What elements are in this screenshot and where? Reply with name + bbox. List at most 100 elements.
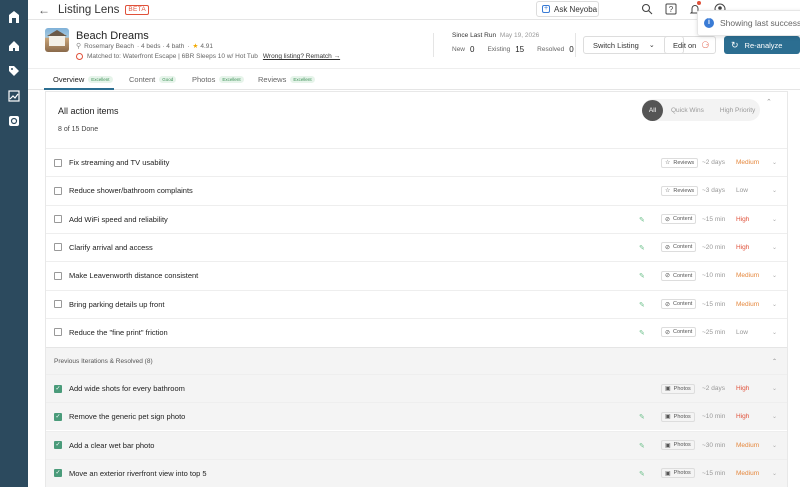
item-checkbox[interactable]: ✓ [54, 412, 62, 421]
divider [433, 33, 434, 57]
camera-icon: ▣ [665, 470, 671, 477]
item-checkbox[interactable] [54, 215, 62, 224]
camera-icon: ▣ [665, 442, 671, 449]
action-item-row[interactable]: Reduce shower/bathroom complaints ☆ Review… [46, 176, 787, 204]
listing-header: Beach Dreams ⚲ Rosemary Beach · 4 beds ·… [28, 21, 800, 69]
filter-all-button[interactable]: All [642, 99, 663, 121]
item-checkbox[interactable] [54, 300, 62, 308]
item-title: Add a clear wet bar photo [69, 440, 155, 450]
existing-label: Existing [487, 46, 511, 53]
help-icon[interactable]: ? [665, 3, 677, 15]
listing-lens-icon[interactable] [0, 108, 28, 133]
category-tag: ▣ Photos [661, 383, 695, 394]
action-item-row[interactable]: Add WiFi speed and reliability ✎ ⊘ Content ~… [46, 204, 787, 233]
chevron-down-icon[interactable]: ⌄ [772, 159, 777, 166]
item-title: Reduce the "fine print" friction [69, 327, 168, 337]
pencil-icon[interactable]: ✎ [639, 413, 646, 421]
item-checkbox[interactable] [54, 328, 62, 337]
new-count: 0 [470, 45, 475, 54]
analytics-icon[interactable] [0, 83, 28, 108]
action-item-row[interactable]: ✓ Add a clear wet bar photo ✎ ▣ Photos ~30 mi… [46, 430, 787, 459]
chevron-down-icon[interactable]: ⌄ [772, 187, 777, 194]
pencil-icon[interactable]: ✎ [639, 329, 646, 337]
category-label: Photos [673, 385, 691, 392]
pencil-icon[interactable]: ✎ [639, 442, 646, 450]
switch-listing-label: Switch Listing [593, 40, 639, 50]
category-tag: ▣ Photos [661, 440, 695, 451]
action-item-row[interactable]: Fix streaming and TV usability ☆ Reviews ~2… [46, 148, 787, 176]
action-item-row[interactable]: Clarify arrival and access ✎ ⊘ Content ~20 m… [46, 232, 787, 261]
filter-quick-wins-button[interactable]: Quick Wins [671, 107, 704, 114]
chevron-down-icon[interactable]: ⌄ [772, 301, 777, 308]
time-estimate: ~25 min [702, 328, 726, 336]
chevron-down-icon[interactable]: ⌄ [772, 413, 777, 420]
collapse-chevron-icon[interactable]: ⌃ [766, 98, 772, 106]
toast-text: Showing last successful analysis [720, 18, 800, 28]
action-item-row[interactable]: Bring parking details up front ✎ ⊘ Content ~… [46, 289, 787, 318]
chevron-down-icon[interactable]: ⌄ [772, 272, 777, 279]
tag-icon[interactable] [0, 58, 28, 83]
tab-overview[interactable]: Overview Excellent [53, 75, 113, 84]
camera-icon: ▣ [665, 386, 671, 392]
tab-photos[interactable]: Photos Excellent [192, 75, 244, 84]
item-title: Remove the generic pet sign photo [69, 412, 186, 422]
action-item-row[interactable]: Make Leavenworth distance consistent ✎ ⊘ Co… [46, 261, 787, 289]
rematch-link[interactable]: Wrong listing? Rematch → [263, 53, 340, 60]
pencil-icon[interactable]: ✎ [639, 470, 646, 478]
ask-neyoba-button[interactable]: + Ask Neyoba [536, 1, 599, 17]
sidebar [0, 0, 28, 487]
category-tag: ☆ Reviews [661, 185, 699, 196]
chevron-down-icon[interactable]: ⌄ [772, 385, 777, 392]
time-estimate: ~2 days [702, 159, 725, 166]
beta-badge: BETA [125, 4, 150, 15]
reanalyze-button[interactable]: ↻ Re-analyze [724, 36, 800, 54]
pencil-icon[interactable]: ✎ [639, 216, 646, 224]
since-last-run: Since Last Run May 19, 2026 [452, 32, 539, 39]
chevron-down-icon[interactable]: ⌄ [772, 442, 777, 449]
priority-label: Medium [736, 441, 760, 449]
edit-on-airbnb-button[interactable]: Edit on ⚆ [664, 36, 716, 54]
tab-label: Overview [53, 75, 85, 84]
priority-label: Medium [736, 469, 760, 477]
item-checkbox[interactable]: ✓ [54, 441, 62, 450]
item-checkbox[interactable] [54, 271, 62, 280]
filter-high-priority-button[interactable]: High Priority [720, 107, 755, 114]
reanalyze-label: Re-analyze [744, 40, 783, 50]
home-icon[interactable] [0, 33, 28, 58]
category-tag: ⊘ Content [661, 242, 697, 253]
time-estimate: ~10 min [702, 413, 726, 421]
action-item-row[interactable]: ✓ Remove the generic pet sign photo ✎ ▣ Phot… [46, 402, 787, 431]
pencil-icon[interactable]: ✎ [639, 301, 646, 309]
item-title: Add WiFi speed and reliability [69, 214, 168, 224]
tab-label: Reviews [258, 75, 287, 84]
item-checkbox[interactable]: ✓ [54, 469, 62, 478]
item-checkbox[interactable] [54, 243, 62, 252]
listing-location: Rosemary Beach [84, 42, 134, 50]
time-estimate: ~15 min [702, 300, 726, 308]
item-checkbox[interactable] [54, 158, 62, 167]
item-checkbox[interactable]: ✓ [54, 384, 62, 393]
tab-content[interactable]: Content Good [129, 75, 177, 84]
chevron-down-icon[interactable]: ⌄ [772, 470, 777, 477]
resolved-section-header[interactable]: Previous Iterations & Resolved (8) ⌃ [46, 347, 787, 374]
time-estimate: ~15 min [702, 215, 726, 223]
category-tag: ▣ Photos [661, 468, 695, 479]
logo-icon[interactable] [0, 4, 28, 29]
tab-reviews[interactable]: Reviews Excellent [258, 75, 315, 84]
listing-name: Beach Dreams [76, 30, 149, 42]
action-item-row[interactable]: ✓ Add wide shots for every bathroom ▣ Photo… [46, 374, 787, 402]
item-checkbox[interactable] [54, 186, 62, 195]
chevron-down-icon[interactable]: ⌄ [772, 244, 777, 251]
chevron-down-icon[interactable]: ⌄ [772, 329, 777, 336]
chevron-down-icon[interactable]: ⌄ [772, 216, 777, 223]
pencil-icon[interactable]: ✎ [639, 272, 646, 280]
action-item-row[interactable]: ✓ Move an exterior riverfront view into t… [46, 458, 787, 487]
chevron-down-icon: ⌄ [648, 42, 655, 49]
content-icon: ⊘ [665, 301, 671, 308]
pencil-icon[interactable]: ✎ [639, 244, 646, 252]
search-icon[interactable] [641, 3, 653, 15]
dot-separator: · [187, 42, 190, 50]
tab-label: Photos [192, 75, 216, 84]
back-arrow-icon[interactable]: ← [38, 3, 50, 17]
action-item-row[interactable]: Reduce the "fine print" friction ✎ ⊘ Conten… [46, 317, 787, 346]
